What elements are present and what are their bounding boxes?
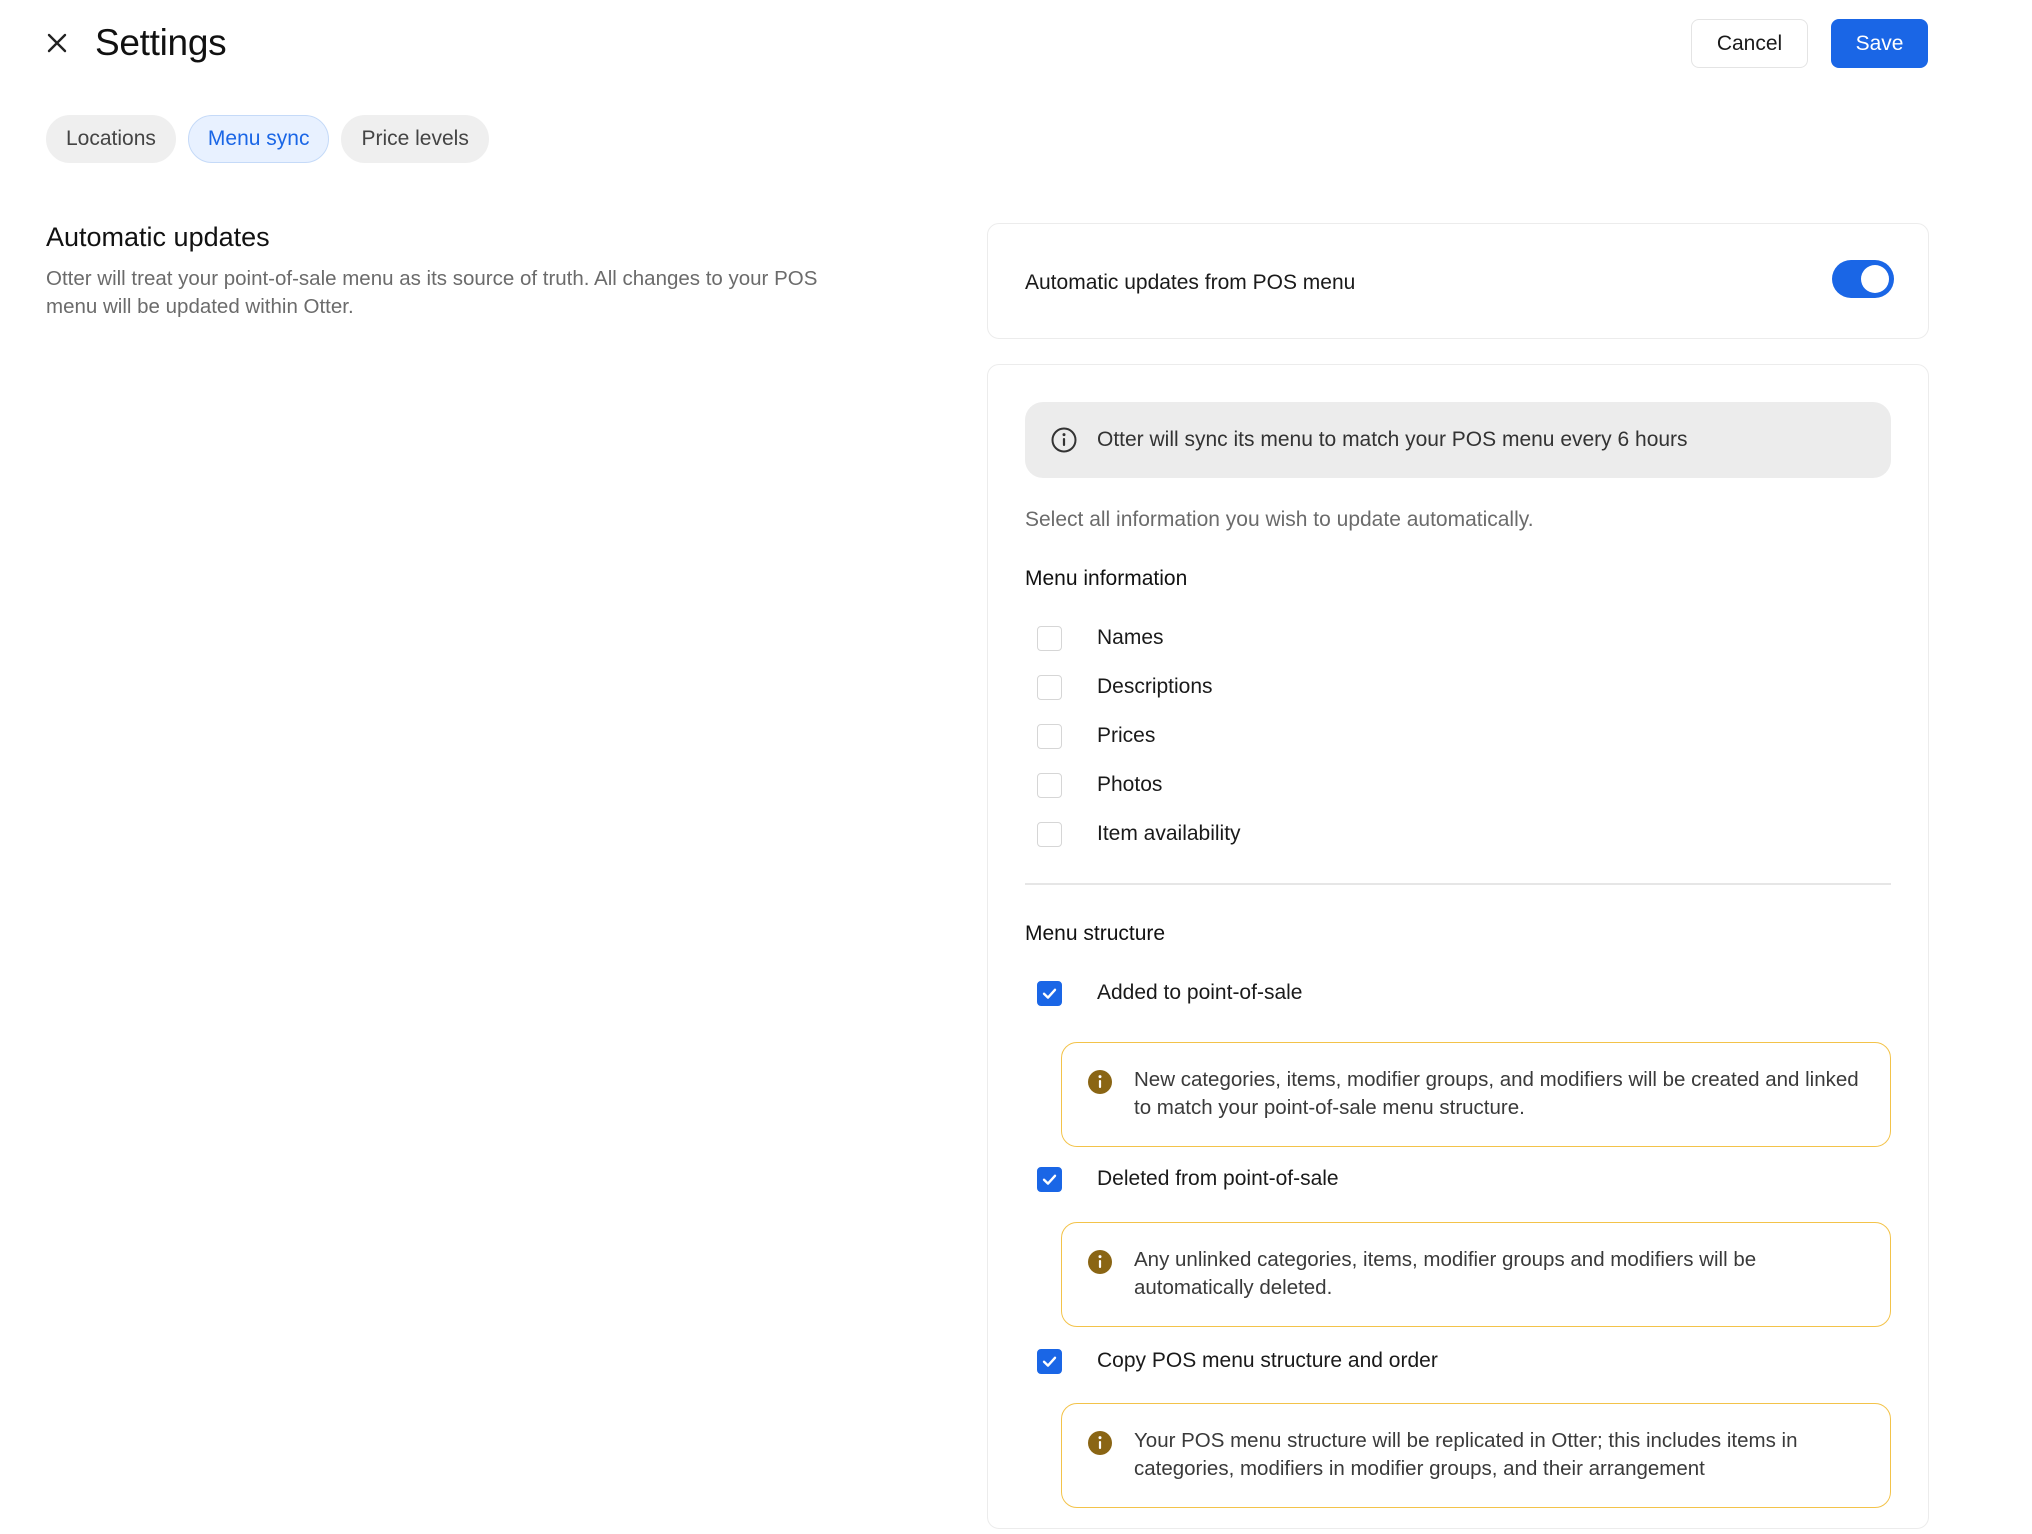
menu-structure-title: Menu structure — [1025, 922, 1166, 945]
info-icon — [1051, 427, 1077, 453]
checkbox-added-to-pos[interactable]: Added to point-of-sale — [1037, 978, 1302, 1008]
checkbox[interactable] — [1037, 821, 1062, 847]
checkbox[interactable] — [1037, 723, 1062, 749]
checkbox-checked[interactable] — [1037, 980, 1062, 1006]
warning-note: Your POS menu structure will be replicat… — [1061, 1403, 1891, 1508]
warning-note-text: Your POS menu structure will be replicat… — [1134, 1429, 1798, 1480]
auto-updates-toggle[interactable] — [1832, 260, 1894, 298]
warning-note-text: Any unlinked categories, items, modifier… — [1134, 1248, 1757, 1299]
divider — [1025, 883, 1891, 885]
menu-information-title: Menu information — [1025, 567, 1188, 590]
menu-sync-card: Otter will sync its menu to match your P… — [987, 364, 1929, 1529]
warning-note-text: New categories, items, modifier groups, … — [1134, 1068, 1859, 1119]
check-icon — [1042, 988, 1057, 999]
checkbox-names[interactable]: Names — [1037, 623, 1164, 653]
close-icon — [47, 33, 67, 53]
checkbox-copy-structure[interactable]: Copy POS menu structure and order — [1037, 1346, 1438, 1376]
checkbox-label: Item availability — [1097, 822, 1241, 845]
checkbox-label: Copy POS menu structure and order — [1097, 1349, 1438, 1372]
sync-info-text: Otter will sync its menu to match your P… — [1097, 428, 1688, 451]
checkbox-descriptions[interactable]: Descriptions — [1037, 672, 1213, 702]
checkbox-label: Added to point-of-sale — [1097, 981, 1303, 1004]
auto-updates-toggle-label: Automatic updates from POS menu — [1025, 271, 1356, 294]
checkbox-label: Prices — [1097, 724, 1156, 747]
section-description: Otter will treat your point-of-sale menu… — [46, 267, 818, 318]
auto-updates-card: Automatic updates from POS menu — [987, 223, 1929, 339]
checkbox-deleted-from-pos[interactable]: Deleted from point-of-sale — [1037, 1164, 1339, 1194]
sync-info-banner: Otter will sync its menu to match your P… — [1025, 402, 1891, 478]
checkbox-label: Photos — [1097, 773, 1163, 796]
checkbox-label: Names — [1097, 626, 1164, 649]
tab-price-levels[interactable]: Price levels — [341, 115, 489, 163]
checkbox-checked[interactable] — [1037, 1166, 1062, 1192]
page-title: Settings — [95, 22, 227, 63]
warning-note: Any unlinked categories, items, modifier… — [1061, 1222, 1891, 1327]
close-button[interactable] — [40, 26, 74, 60]
toggle-knob — [1861, 265, 1889, 293]
settings-tabs: Locations Menu sync Price levels — [46, 115, 489, 163]
checkbox-item-availability[interactable]: Item availability — [1037, 819, 1241, 849]
checkbox-photos[interactable]: Photos — [1037, 770, 1162, 800]
tab-menu-sync[interactable]: Menu sync — [187, 115, 330, 163]
warning-note: New categories, items, modifier groups, … — [1061, 1042, 1891, 1147]
cancel-button[interactable]: Cancel — [1691, 19, 1808, 68]
checkbox[interactable] — [1037, 772, 1062, 798]
checkbox-prices[interactable]: Prices — [1037, 721, 1155, 751]
save-button[interactable]: Save — [1831, 19, 1928, 68]
section-title: Automatic updates — [46, 222, 270, 252]
checkbox[interactable] — [1037, 674, 1062, 700]
helper-text: Select all information you wish to updat… — [1025, 508, 1534, 531]
check-icon — [1042, 1356, 1057, 1367]
checkbox[interactable] — [1037, 625, 1062, 651]
check-icon — [1042, 1174, 1057, 1185]
tab-locations[interactable]: Locations — [46, 115, 176, 163]
checkbox-label: Descriptions — [1097, 675, 1213, 698]
checkbox-label: Deleted from point-of-sale — [1097, 1167, 1339, 1190]
warning-info-icon — [1088, 1250, 1112, 1274]
checkbox-checked[interactable] — [1037, 1348, 1062, 1374]
warning-info-icon — [1088, 1070, 1112, 1094]
warning-info-icon — [1088, 1431, 1112, 1455]
